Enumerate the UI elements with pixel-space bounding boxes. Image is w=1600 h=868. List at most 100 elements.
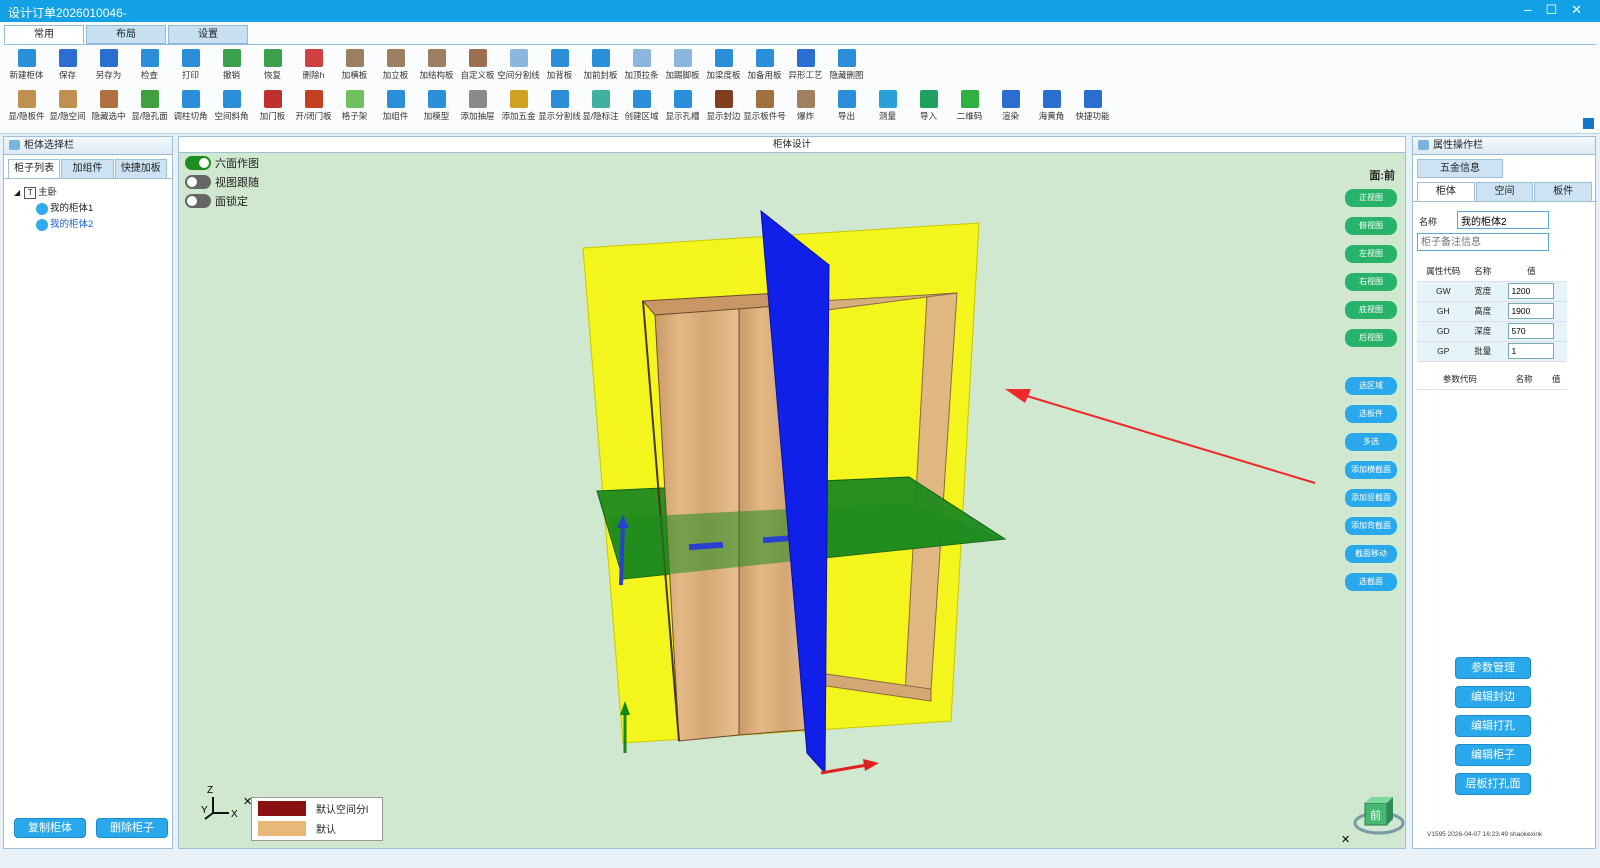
tab-hardware-info[interactable]: 五金信息: [1417, 159, 1503, 178]
tool-row1-11[interactable]: 自定义板: [457, 47, 498, 83]
tool-label: 格子架: [341, 111, 368, 121]
tool-row2-8[interactable]: 格子架: [334, 88, 375, 124]
delete-cabinet-button[interactable]: 删除柜子: [96, 818, 168, 838]
grid-icon[interactable]: [1583, 118, 1594, 129]
tool-row1-2[interactable]: 另存为: [88, 47, 129, 83]
tool-row2-22[interactable]: 导入: [908, 88, 949, 124]
tool-row1-1[interactable]: 保存: [47, 47, 88, 83]
tool-row1-18[interactable]: 加备用板: [744, 47, 785, 83]
right-tab-1[interactable]: 空间: [1475, 182, 1534, 201]
close-button[interactable]: ✕: [1571, 2, 1582, 18]
design-viewport[interactable]: 柜体设计 六面作图 视图跟随 面锁定 面:前 正视图 俯视图 左视图 右视图 底视图 后视图选…: [178, 136, 1406, 849]
property-value-input[interactable]: [1508, 283, 1555, 299]
tool-row2-13[interactable]: 显示分割线: [538, 88, 581, 124]
tool-label: 加立板: [382, 70, 409, 80]
cabinet-note-input[interactable]: [1417, 233, 1549, 251]
tool-row1-13[interactable]: 加背板: [539, 47, 580, 83]
tool-row1-19[interactable]: 异形工艺: [785, 47, 826, 83]
maximize-button[interactable]: ☐: [1545, 2, 1557, 18]
right-tab-2[interactable]: 板件: [1534, 182, 1593, 201]
tool-row2-25[interactable]: 海黄角: [1031, 88, 1072, 124]
right-action-button-2[interactable]: 编辑打孔: [1455, 715, 1531, 737]
tool-row1-7[interactable]: 删除h: [293, 47, 334, 83]
tool-row2-1[interactable]: 显/隐空间: [47, 88, 88, 124]
tool-row1-14[interactable]: 加前封板: [580, 47, 621, 83]
tool-icon: [550, 49, 569, 67]
right-tab-0[interactable]: 柜体: [1417, 182, 1475, 201]
tool-row2-4[interactable]: 调柱切角: [170, 88, 211, 124]
ribbon-tab-1[interactable]: 布局: [86, 25, 166, 44]
tool-label: 空间分割线: [497, 70, 540, 80]
tool-row2-3[interactable]: 显/隐孔面: [129, 88, 170, 124]
tree-root[interactable]: ◢ T 主卧: [14, 185, 162, 201]
tool-label: 检查: [140, 70, 158, 80]
tool-label: 添加五金: [501, 111, 536, 121]
tool-row2-26[interactable]: 快捷功能: [1072, 88, 1113, 124]
tool-label: 删除h: [302, 70, 325, 80]
right-action-button-4[interactable]: 层板打孔面: [1455, 773, 1531, 795]
left-tab-0[interactable]: 柜子列表: [8, 159, 61, 178]
tool-row2-24[interactable]: 渲染: [990, 88, 1031, 124]
tool-row2-2[interactable]: 隐藏选中: [88, 88, 129, 124]
tool-row2-11[interactable]: 添加抽屉: [457, 88, 498, 124]
expand-icon[interactable]: ◢: [14, 185, 20, 201]
ribbon-tab-2[interactable]: 设置: [168, 25, 248, 44]
tool-row1-10[interactable]: 加结构板: [416, 47, 457, 83]
tool-row1-0[interactable]: 新建柜体: [6, 47, 47, 83]
cabinet-name-input[interactable]: [1457, 211, 1549, 229]
tool-row2-14[interactable]: 显/隐标注: [580, 88, 621, 124]
cabinet-3d-scene[interactable]: 前 Z Y X ✕ ✕: [179, 153, 1407, 850]
tool-row2-5[interactable]: 空间斜角: [211, 88, 252, 124]
right-action-button-3[interactable]: 编辑柜子: [1455, 744, 1531, 766]
tool-row1-17[interactable]: 加梁度板: [703, 47, 744, 83]
legend-label: 默认空间分l: [316, 804, 369, 816]
tool-row1-8[interactable]: 加横板: [334, 47, 375, 83]
tool-icon: [878, 90, 897, 108]
tool-row1-3[interactable]: 检查: [129, 47, 170, 83]
tool-row2-20[interactable]: 导出: [826, 88, 867, 124]
cabinet-icon: [36, 219, 48, 231]
tool-row2-19[interactable]: 爆炸: [785, 88, 826, 124]
tool-icon: [591, 49, 610, 67]
right-action-button-1[interactable]: 编辑封边: [1455, 686, 1531, 708]
tool-row1-20[interactable]: 隐藏删图: [826, 47, 867, 83]
tool-icon: [673, 49, 692, 67]
tool-row1-15[interactable]: 加顶拉条: [621, 47, 662, 83]
left-tab-2[interactable]: 快捷加板: [114, 159, 167, 178]
tool-row1-4[interactable]: 打印: [170, 47, 211, 83]
tool-row2-16[interactable]: 显示孔槽: [662, 88, 703, 124]
tool-row2-9[interactable]: 加组件: [375, 88, 416, 124]
tool-icon: [673, 90, 692, 108]
tool-row2-23[interactable]: 二维码: [949, 88, 990, 124]
property-value-input[interactable]: [1508, 343, 1555, 359]
tool-row2-7[interactable]: 开/闭门板: [293, 88, 334, 124]
tool-row1-6[interactable]: 恢复: [252, 47, 293, 83]
tool-icon: [468, 49, 487, 67]
tool-row2-15[interactable]: 创建区域: [621, 88, 662, 124]
left-tab-1[interactable]: 加组件: [61, 159, 114, 178]
right-action-button-0[interactable]: 参数管理: [1455, 657, 1531, 679]
tree-item-cabinet-1[interactable]: 我的柜体1: [14, 201, 162, 217]
tool-row2-6[interactable]: 加门板: [252, 88, 293, 124]
tool-row2-0[interactable]: 显/隐板件: [6, 88, 47, 124]
property-value-input[interactable]: [1508, 303, 1555, 319]
viewport-close-icon[interactable]: ✕: [1341, 834, 1350, 846]
panel-header: 属性操作栏: [1413, 137, 1595, 155]
tree-item-cabinet-2[interactable]: 我的柜体2: [14, 217, 162, 233]
ribbon-tab-0[interactable]: 常用: [4, 25, 84, 44]
tool-label: 测量: [878, 111, 896, 121]
minimize-button[interactable]: –: [1524, 2, 1531, 18]
tool-row2-18[interactable]: 显示板件号: [743, 88, 786, 124]
property-value-input[interactable]: [1508, 323, 1555, 339]
tool-row1-9[interactable]: 加立板: [375, 47, 416, 83]
view-cube[interactable]: 前: [1353, 797, 1405, 835]
tool-row1-5[interactable]: 撤销: [211, 47, 252, 83]
tool-row1-12[interactable]: 空间分割线: [497, 47, 540, 83]
tool-icon: [181, 90, 200, 108]
tool-row2-21[interactable]: 测量: [867, 88, 908, 124]
tool-row2-17[interactable]: 显示封边: [703, 88, 744, 124]
tool-row1-16[interactable]: 加踢脚板: [662, 47, 703, 83]
copy-cabinet-button[interactable]: 复制柜体: [14, 818, 86, 838]
tool-row2-12[interactable]: 添加五金: [498, 88, 539, 124]
tool-row2-10[interactable]: 加模型: [416, 88, 457, 124]
